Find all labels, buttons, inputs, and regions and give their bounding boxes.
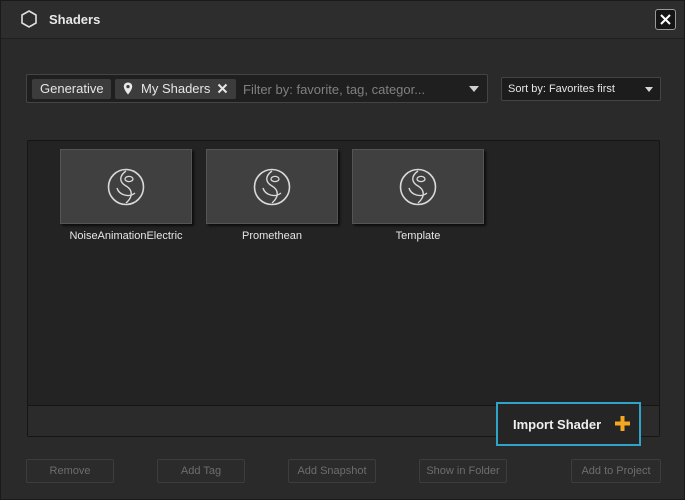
plus-icon	[615, 416, 630, 431]
shader-tile-label: Template	[395, 230, 441, 242]
filter-tag-generative[interactable]: Generative	[32, 79, 111, 99]
shader-tile-template[interactable]	[352, 149, 484, 224]
filter-tag-label: My Shaders	[141, 81, 211, 96]
add-to-project-button[interactable]: Add to Project	[571, 459, 661, 483]
chevron-down-icon[interactable]	[469, 86, 479, 92]
show-in-folder-button[interactable]: Show in Folder	[419, 459, 507, 483]
shader-sphere-icon	[107, 168, 145, 206]
filter-tag-my-shaders[interactable]: My Shaders	[115, 79, 236, 99]
close-button[interactable]	[655, 9, 676, 30]
remove-button[interactable]: Remove	[26, 459, 114, 483]
chevron-down-icon	[645, 87, 653, 92]
import-shader-button[interactable]: Import Shader	[496, 402, 641, 446]
title-bar: Shaders	[1, 1, 684, 39]
add-tag-button[interactable]: Add Tag	[157, 459, 245, 483]
filter-bar[interactable]: Generative My Shaders	[26, 74, 488, 103]
shader-sphere-icon	[253, 168, 291, 206]
shader-sphere-icon	[399, 168, 437, 206]
shader-tile-noiseanimationelectric[interactable]	[60, 149, 192, 224]
filter-search-input[interactable]	[243, 79, 443, 99]
sort-dropdown[interactable]: Sort by: Favorites first	[501, 77, 661, 101]
shader-tile-promethean[interactable]	[206, 149, 338, 224]
import-shader-label: Import Shader	[513, 417, 602, 432]
shader-library-panel: NoiseAnimationElectric Promethean Templa…	[27, 140, 660, 437]
filter-tag-label: Generative	[40, 81, 104, 96]
remove-tag-icon[interactable]	[217, 83, 228, 94]
location-pin-icon	[123, 82, 133, 95]
shader-tile-label: Promethean	[242, 230, 302, 242]
hexagon-icon	[21, 10, 37, 28]
shaders-window: Shaders Generative My Shaders Sort by: F…	[0, 0, 685, 500]
shader-tile-label: NoiseAnimationElectric	[69, 230, 183, 242]
close-icon	[660, 14, 671, 25]
add-snapshot-button[interactable]: Add Snapshot	[288, 459, 376, 483]
window-title: Shaders	[49, 12, 101, 27]
sort-selected-label: Sort by: Favorites first	[508, 83, 615, 95]
